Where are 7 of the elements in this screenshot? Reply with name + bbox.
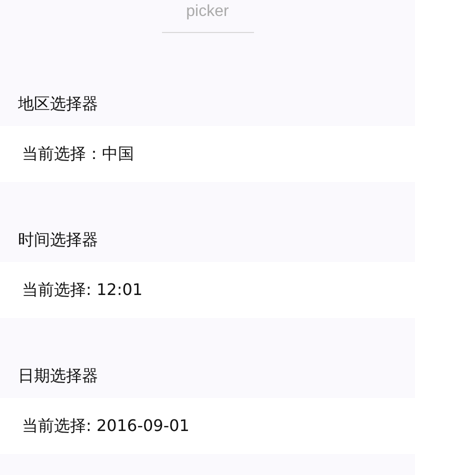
section-title: 地区选择器 (18, 94, 98, 115)
section-title: 时间选择器 (18, 230, 98, 251)
page-title: picker (186, 2, 229, 22)
picker-value[interactable]: 当前选择：中国 (0, 126, 415, 182)
section-title: 日期选择器 (18, 366, 98, 387)
picker-value[interactable]: 当前选择: 12:01 (0, 262, 415, 318)
picker-value[interactable]: 当前选择: 2016-09-01 (0, 398, 415, 454)
